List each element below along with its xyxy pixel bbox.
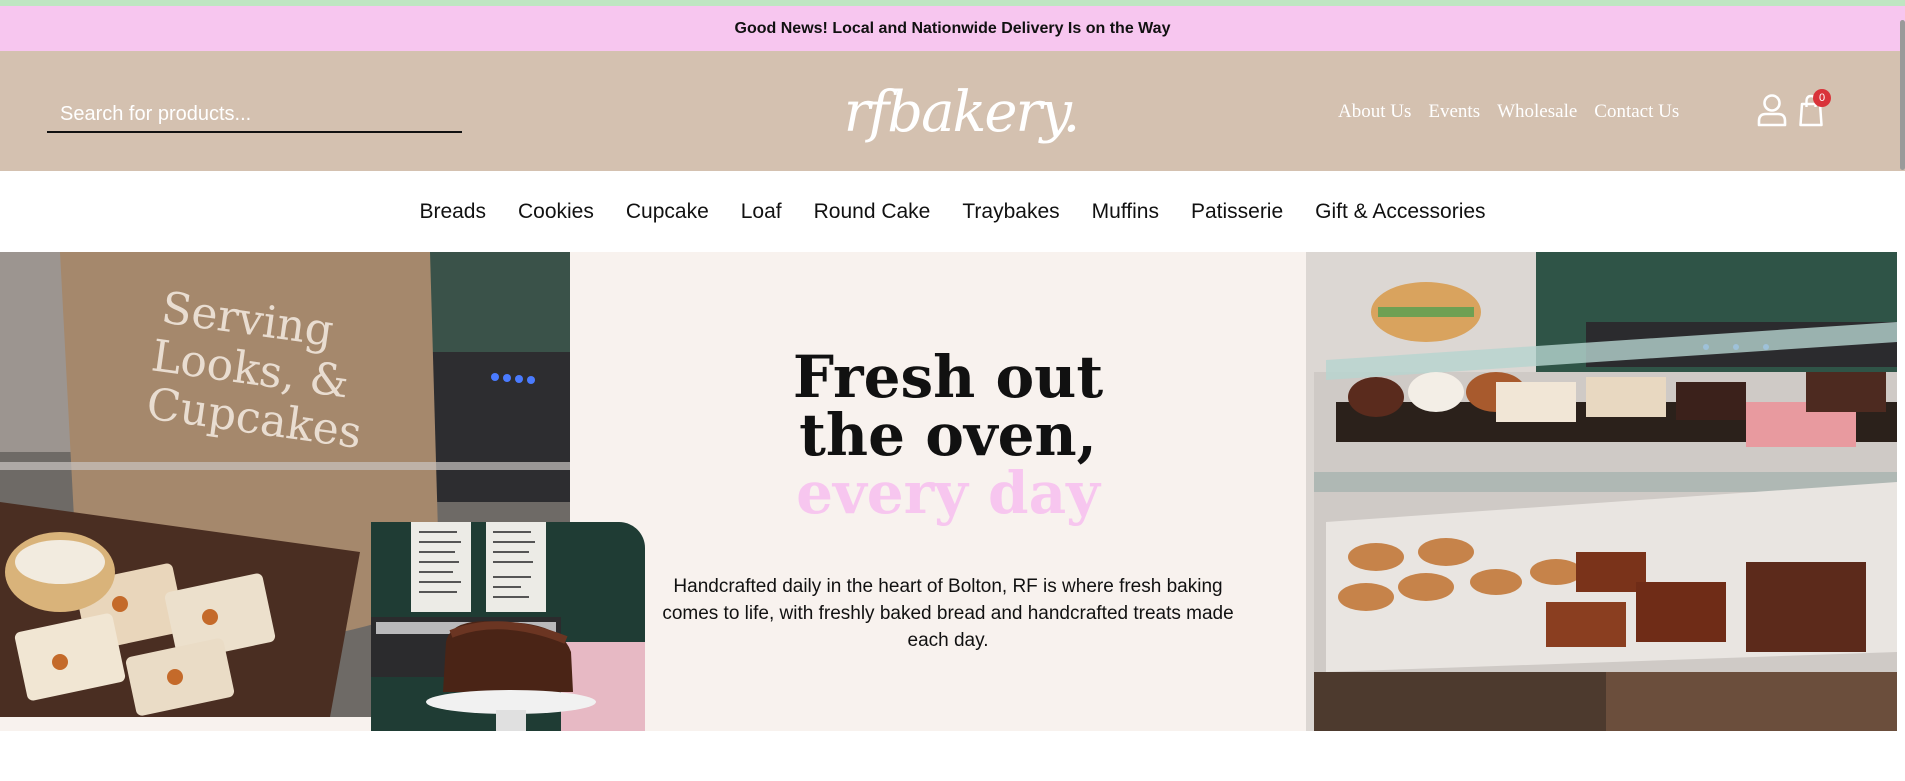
page-scrollbar[interactable] — [1900, 20, 1905, 170]
top-nav: About Us Events Wholesale Contact Us — [1338, 99, 1679, 125]
category-gift-accessories[interactable]: Gift & Accessories — [1315, 200, 1485, 224]
nav-wholesale[interactable]: Wholesale — [1497, 99, 1577, 125]
category-nav: Breads Cookies Cupcake Loaf Round Cake T… — [0, 171, 1905, 252]
announcement-bar: Good News! Local and Nationwide Delivery… — [0, 6, 1905, 51]
user-icon[interactable] — [1756, 93, 1788, 127]
nav-about-us[interactable]: About Us — [1338, 99, 1411, 125]
category-patisserie[interactable]: Patisserie — [1191, 200, 1283, 224]
hero-image-chocolate-loaf — [371, 522, 645, 731]
category-traybakes[interactable]: Traybakes — [962, 200, 1059, 224]
announcement-text: Good News! Local and Nationwide Delivery… — [734, 19, 1171, 37]
headline-line-1: Fresh out — [792, 343, 1104, 411]
nav-contact-us[interactable]: Contact Us — [1594, 99, 1679, 125]
hero-headline: Fresh out the oven, every day — [650, 348, 1246, 522]
category-cupcake[interactable]: Cupcake — [626, 200, 709, 224]
search-input[interactable] — [47, 97, 462, 133]
category-breads[interactable]: Breads — [419, 200, 486, 224]
hero-image-display-cabinet — [1306, 252, 1897, 731]
nav-events[interactable]: Events — [1428, 99, 1480, 125]
logo-text: rfbakery. — [843, 79, 1081, 145]
site-logo[interactable]: rfbakery. — [844, 67, 1081, 157]
category-loaf[interactable]: Loaf — [741, 200, 782, 224]
category-muffins[interactable]: Muffins — [1092, 200, 1159, 224]
headline-line-2: the oven, — [799, 401, 1097, 469]
site-header: rfbakery. About Us Events Wholesale Cont… — [0, 51, 1905, 171]
category-cookies[interactable]: Cookies — [518, 200, 594, 224]
cart-count-badge: 0 — [1813, 89, 1831, 107]
headline-accent: every day — [796, 459, 1100, 527]
hero-description: Handcrafted daily in the heart of Bolton… — [662, 576, 1234, 651]
hero-section: Serving Looks, & Cupcakes Fresh out the … — [0, 252, 1897, 731]
category-round-cake[interactable]: Round Cake — [814, 200, 931, 224]
